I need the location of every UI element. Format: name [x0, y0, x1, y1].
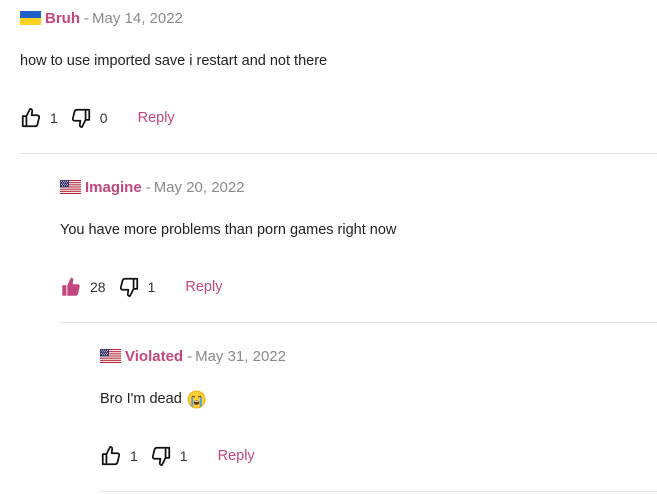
- thumbs-up-icon: [100, 445, 122, 467]
- comment-divider: [100, 491, 657, 492]
- like-count: 28: [90, 279, 106, 295]
- thumbs-down-icon: [150, 445, 172, 467]
- header-separator: -: [145, 178, 151, 196]
- thumbs-up-icon: [20, 107, 42, 129]
- dislike-count: 1: [179, 448, 188, 464]
- comment-actions: 1 1 Reply: [100, 443, 255, 469]
- usa-flag-icon: [100, 349, 121, 363]
- reply-button[interactable]: Reply: [185, 279, 222, 295]
- dislike-button[interactable]: 0: [70, 107, 108, 129]
- thumbs-up-filled-icon: [60, 276, 82, 298]
- like-button[interactable]: 1: [20, 107, 58, 129]
- reply-button[interactable]: Reply: [218, 448, 255, 464]
- usa-flag-icon: [60, 180, 81, 194]
- comment-text-content: how to use imported save i restart and n…: [20, 53, 328, 69]
- dislike-button[interactable]: 1: [118, 276, 156, 298]
- like-count: 1: [130, 448, 138, 464]
- crying-face-emoji-icon: [187, 390, 206, 409]
- comment-text-content: You have more problems than porn games r…: [60, 222, 397, 238]
- thumbs-down-icon: [70, 107, 92, 129]
- comment-header: Violated - May 31, 2022: [100, 346, 286, 366]
- comment-actions: 28 1 Reply: [60, 274, 222, 300]
- header-separator: -: [187, 347, 193, 365]
- comment-actions: 1 0 Reply: [20, 105, 175, 131]
- like-button[interactable]: 28: [60, 276, 106, 298]
- comment-divider: [60, 322, 657, 323]
- comment-text: Bro I'm dead: [100, 389, 206, 409]
- comment-text: how to use imported save i restart and n…: [20, 51, 327, 71]
- comment-date: May 14, 2022: [92, 9, 183, 27]
- thumbs-down-icon: [118, 276, 140, 298]
- comment-date: May 31, 2022: [195, 347, 286, 365]
- ukraine-flag-icon: [20, 11, 41, 25]
- dislike-button[interactable]: 1: [150, 445, 188, 467]
- comment-header: Imagine - May 20, 2022: [60, 177, 245, 197]
- comment-date: May 20, 2022: [153, 178, 245, 196]
- comment-header: Bruh - May 14, 2022: [20, 8, 183, 28]
- header-separator: -: [84, 9, 89, 27]
- comment-author[interactable]: Imagine: [85, 179, 142, 196]
- reply-button[interactable]: Reply: [138, 110, 175, 126]
- like-count: 1: [50, 110, 58, 126]
- dislike-count: 0: [99, 110, 108, 126]
- comment-author[interactable]: Violated: [125, 348, 183, 365]
- comment-text: You have more problems than porn games r…: [60, 220, 396, 240]
- comment-text-content: Bro I'm dead: [100, 391, 182, 407]
- dislike-count: 1: [147, 279, 156, 295]
- comment-author[interactable]: Bruh: [45, 10, 80, 27]
- like-button[interactable]: 1: [100, 445, 138, 467]
- comment-divider: [20, 153, 657, 154]
